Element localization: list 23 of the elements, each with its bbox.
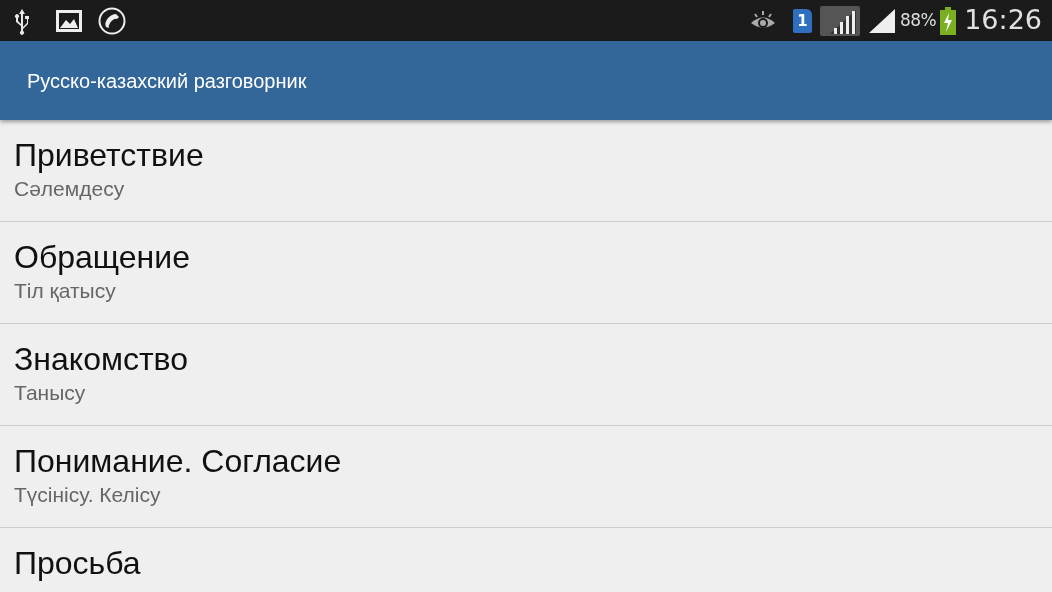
sim-icon: 1 — [792, 8, 812, 33]
item-subtitle: Түсінісу. Келісу — [14, 482, 162, 508]
list-item[interactable]: Понимание. Согласие Түсінісу. Келісу — [0, 426, 1052, 528]
item-subtitle: Тіл қатысу — [14, 278, 117, 304]
item-title: Обращение — [14, 238, 191, 277]
list-item[interactable]: Просьба — [0, 528, 1052, 592]
phone-icon — [98, 6, 126, 35]
list-item[interactable]: Обращение Тіл қатысу — [0, 222, 1052, 324]
item-title: Просьба — [14, 544, 142, 583]
list-item[interactable]: Знакомство Танысу — [0, 324, 1052, 426]
battery-charging-icon — [940, 6, 957, 35]
item-subtitle: Танысу — [14, 380, 87, 406]
signal-icon — [819, 5, 860, 36]
clock: 16:26 — [964, 3, 1042, 38]
app-title: Русско-казахский разговорник — [27, 68, 307, 94]
image-icon — [56, 9, 82, 32]
battery-percent: 88% — [899, 8, 937, 32]
list-item[interactable]: Приветствие Сәлемдесу — [0, 120, 1052, 222]
item-title: Понимание. Согласие — [14, 442, 343, 481]
item-title: Приветствие — [14, 136, 205, 175]
item-subtitle: Сәлемдесу — [14, 176, 126, 202]
signal-icon — [867, 7, 896, 34]
item-title: Знакомство — [14, 340, 190, 379]
